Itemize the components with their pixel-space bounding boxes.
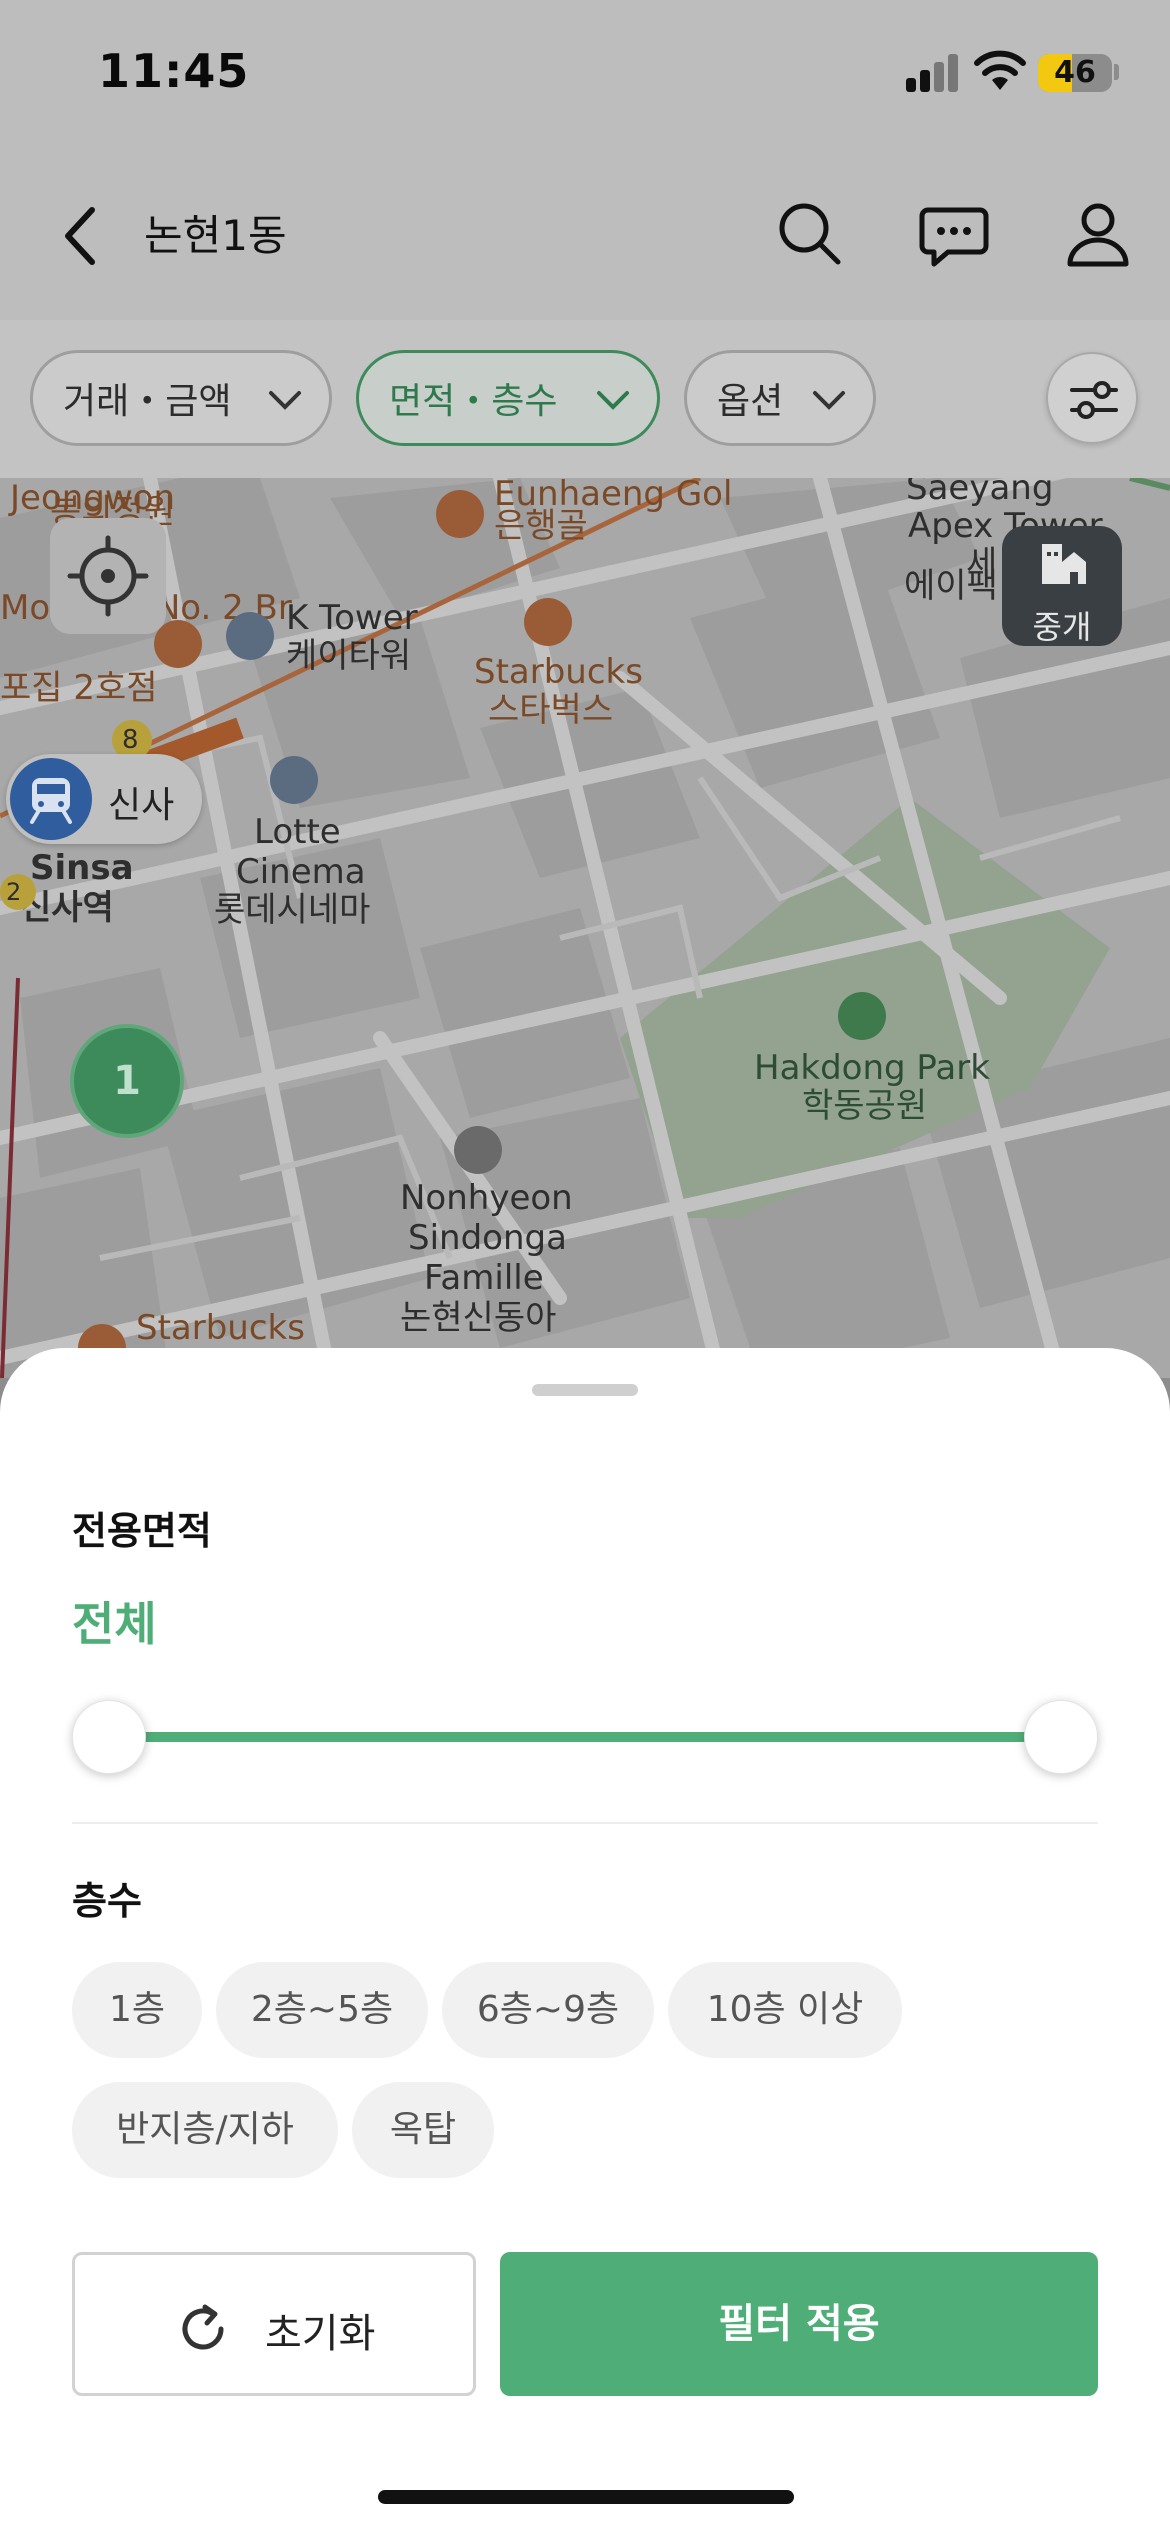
area-range-track[interactable] [108, 1732, 1060, 1742]
poi-lotte-ko: 롯데시네마 [214, 890, 371, 930]
filter-chip-options[interactable]: 옵션 [684, 350, 876, 446]
battery-icon: 46 [1038, 54, 1112, 92]
refresh-icon [182, 2304, 224, 2350]
poi-nonhyeon-ko: 논현신동아 [400, 1298, 557, 1338]
reset-label: 초기화 [265, 2311, 376, 2357]
filter-chip-area-floor[interactable]: 면적・층수 [356, 350, 660, 446]
section-divider [72, 1822, 1098, 1824]
wifi-icon [974, 50, 1026, 90]
chevron-down-icon [269, 391, 301, 410]
station-marker-sinsa[interactable]: 신사 [6, 754, 202, 844]
listing-cluster-marker[interactable]: 1 [70, 1024, 184, 1138]
poi-ktower-ko: 케이타워 [286, 636, 412, 676]
poi-nonhyeon-en2: Sindonga [408, 1218, 567, 1258]
poi-pocha-ko: 포집 2호점 [0, 668, 158, 708]
chip-label: 면적・층수 [389, 381, 558, 422]
area-range-value: 전체 [72, 1597, 157, 1651]
filter-chip-deal-price[interactable]: 거래・금액 [30, 350, 332, 446]
poi-starbucks-ko: 스타벅스 [488, 690, 614, 730]
office-building-icon [1042, 544, 1086, 584]
poi-nonhyeon-en3: Famille [424, 1258, 544, 1298]
subway-icon [10, 758, 92, 840]
cafe-icon [524, 598, 572, 646]
chevron-down-icon [813, 391, 845, 410]
status-time: 11:45 [98, 44, 250, 98]
poi-ktower-en: K Tower [286, 598, 418, 638]
area-section-title: 전용면적 [72, 1509, 212, 1553]
floor-option-2-5f[interactable]: 2층~5층 [216, 1962, 428, 2058]
search-icon[interactable] [770, 194, 850, 274]
home-indicator [378, 2490, 794, 2504]
poi-lotte-en2: Cinema [236, 852, 366, 892]
poi-eunhaeng-ko: 은행골 [494, 506, 588, 546]
floor-section-title: 층수 [72, 1879, 142, 1923]
poi-hakdong-en: Hakdong Park [754, 1048, 990, 1088]
poi-starbucks2-en: Starbucks [136, 1308, 305, 1348]
poi-starbucks-en: Starbucks [474, 652, 643, 692]
floor-option-10f-plus[interactable]: 10층 이상 [668, 1962, 902, 2058]
apply-filter-button[interactable]: 필터 적용 [500, 2252, 1098, 2396]
poi-lotte-en1: Lotte [254, 812, 341, 852]
filter-bottom-sheet: 전용면적 전체 층수 1층 2층~5층 6층~9층 10층 이상 반지층/지하 … [0, 1348, 1170, 2532]
battery-tip [1114, 64, 1119, 80]
sliders-icon [1070, 381, 1118, 419]
poi-sinsa-en: Sinsa [30, 848, 134, 888]
building-icon [226, 612, 274, 660]
page-title: 논현1동 [144, 211, 287, 260]
crosshair-icon [67, 535, 149, 617]
chip-label: 옵션 [717, 381, 784, 422]
map-view[interactable]: Jeongwon 봉의정원 Eunhaeng Gol 은행골 Saeyang A… [0, 478, 1170, 1378]
chip-label: 거래・금액 [63, 381, 232, 422]
line-2-label: 2 [6, 878, 22, 906]
poi-hakdong-ko: 학동공원 [802, 1086, 928, 1126]
park-icon [838, 992, 886, 1040]
area-range-max-handle[interactable] [1024, 1700, 1098, 1774]
filter-settings-button[interactable] [1046, 352, 1138, 444]
poi-nonhyeon-en1: Nonhyeon [400, 1178, 573, 1218]
floor-option-semi-basement[interactable]: 반지층/지하 [72, 2082, 338, 2178]
floor-option-rooftop[interactable]: 옥탑 [352, 2082, 494, 2178]
broker-label: 중개 [1032, 608, 1092, 646]
status-bar: 11:45 46 [0, 0, 1170, 150]
broker-button[interactable]: 중개 [1002, 526, 1122, 646]
poi-saeyang: Saeyang [906, 478, 1054, 508]
filter-bar: 거래・금액 면적・층수 옵션 [0, 320, 1170, 478]
cinema-icon [270, 756, 318, 804]
back-icon[interactable] [52, 196, 112, 276]
station-label: 신사 [108, 785, 175, 826]
profile-icon[interactable] [1058, 194, 1138, 274]
chat-icon[interactable] [914, 194, 994, 274]
area-range-min-handle[interactable] [72, 1700, 146, 1774]
app-header: 논현1동 [0, 150, 1170, 320]
poi-apex-ko: 에이팩 [904, 566, 998, 606]
current-location-button[interactable] [50, 518, 166, 634]
battery-text: 46 [1054, 55, 1096, 90]
reset-button[interactable]: 초기화 [72, 2252, 476, 2396]
signal-icon [906, 52, 958, 92]
floor-option-6-9f[interactable]: 6층~9층 [442, 1962, 654, 2058]
apartment-icon [454, 1126, 502, 1174]
floor-option-1f[interactable]: 1층 [72, 1962, 202, 2058]
restaurant-icon [436, 490, 484, 538]
sheet-drag-handle[interactable] [532, 1384, 638, 1396]
chevron-down-icon [597, 391, 629, 410]
